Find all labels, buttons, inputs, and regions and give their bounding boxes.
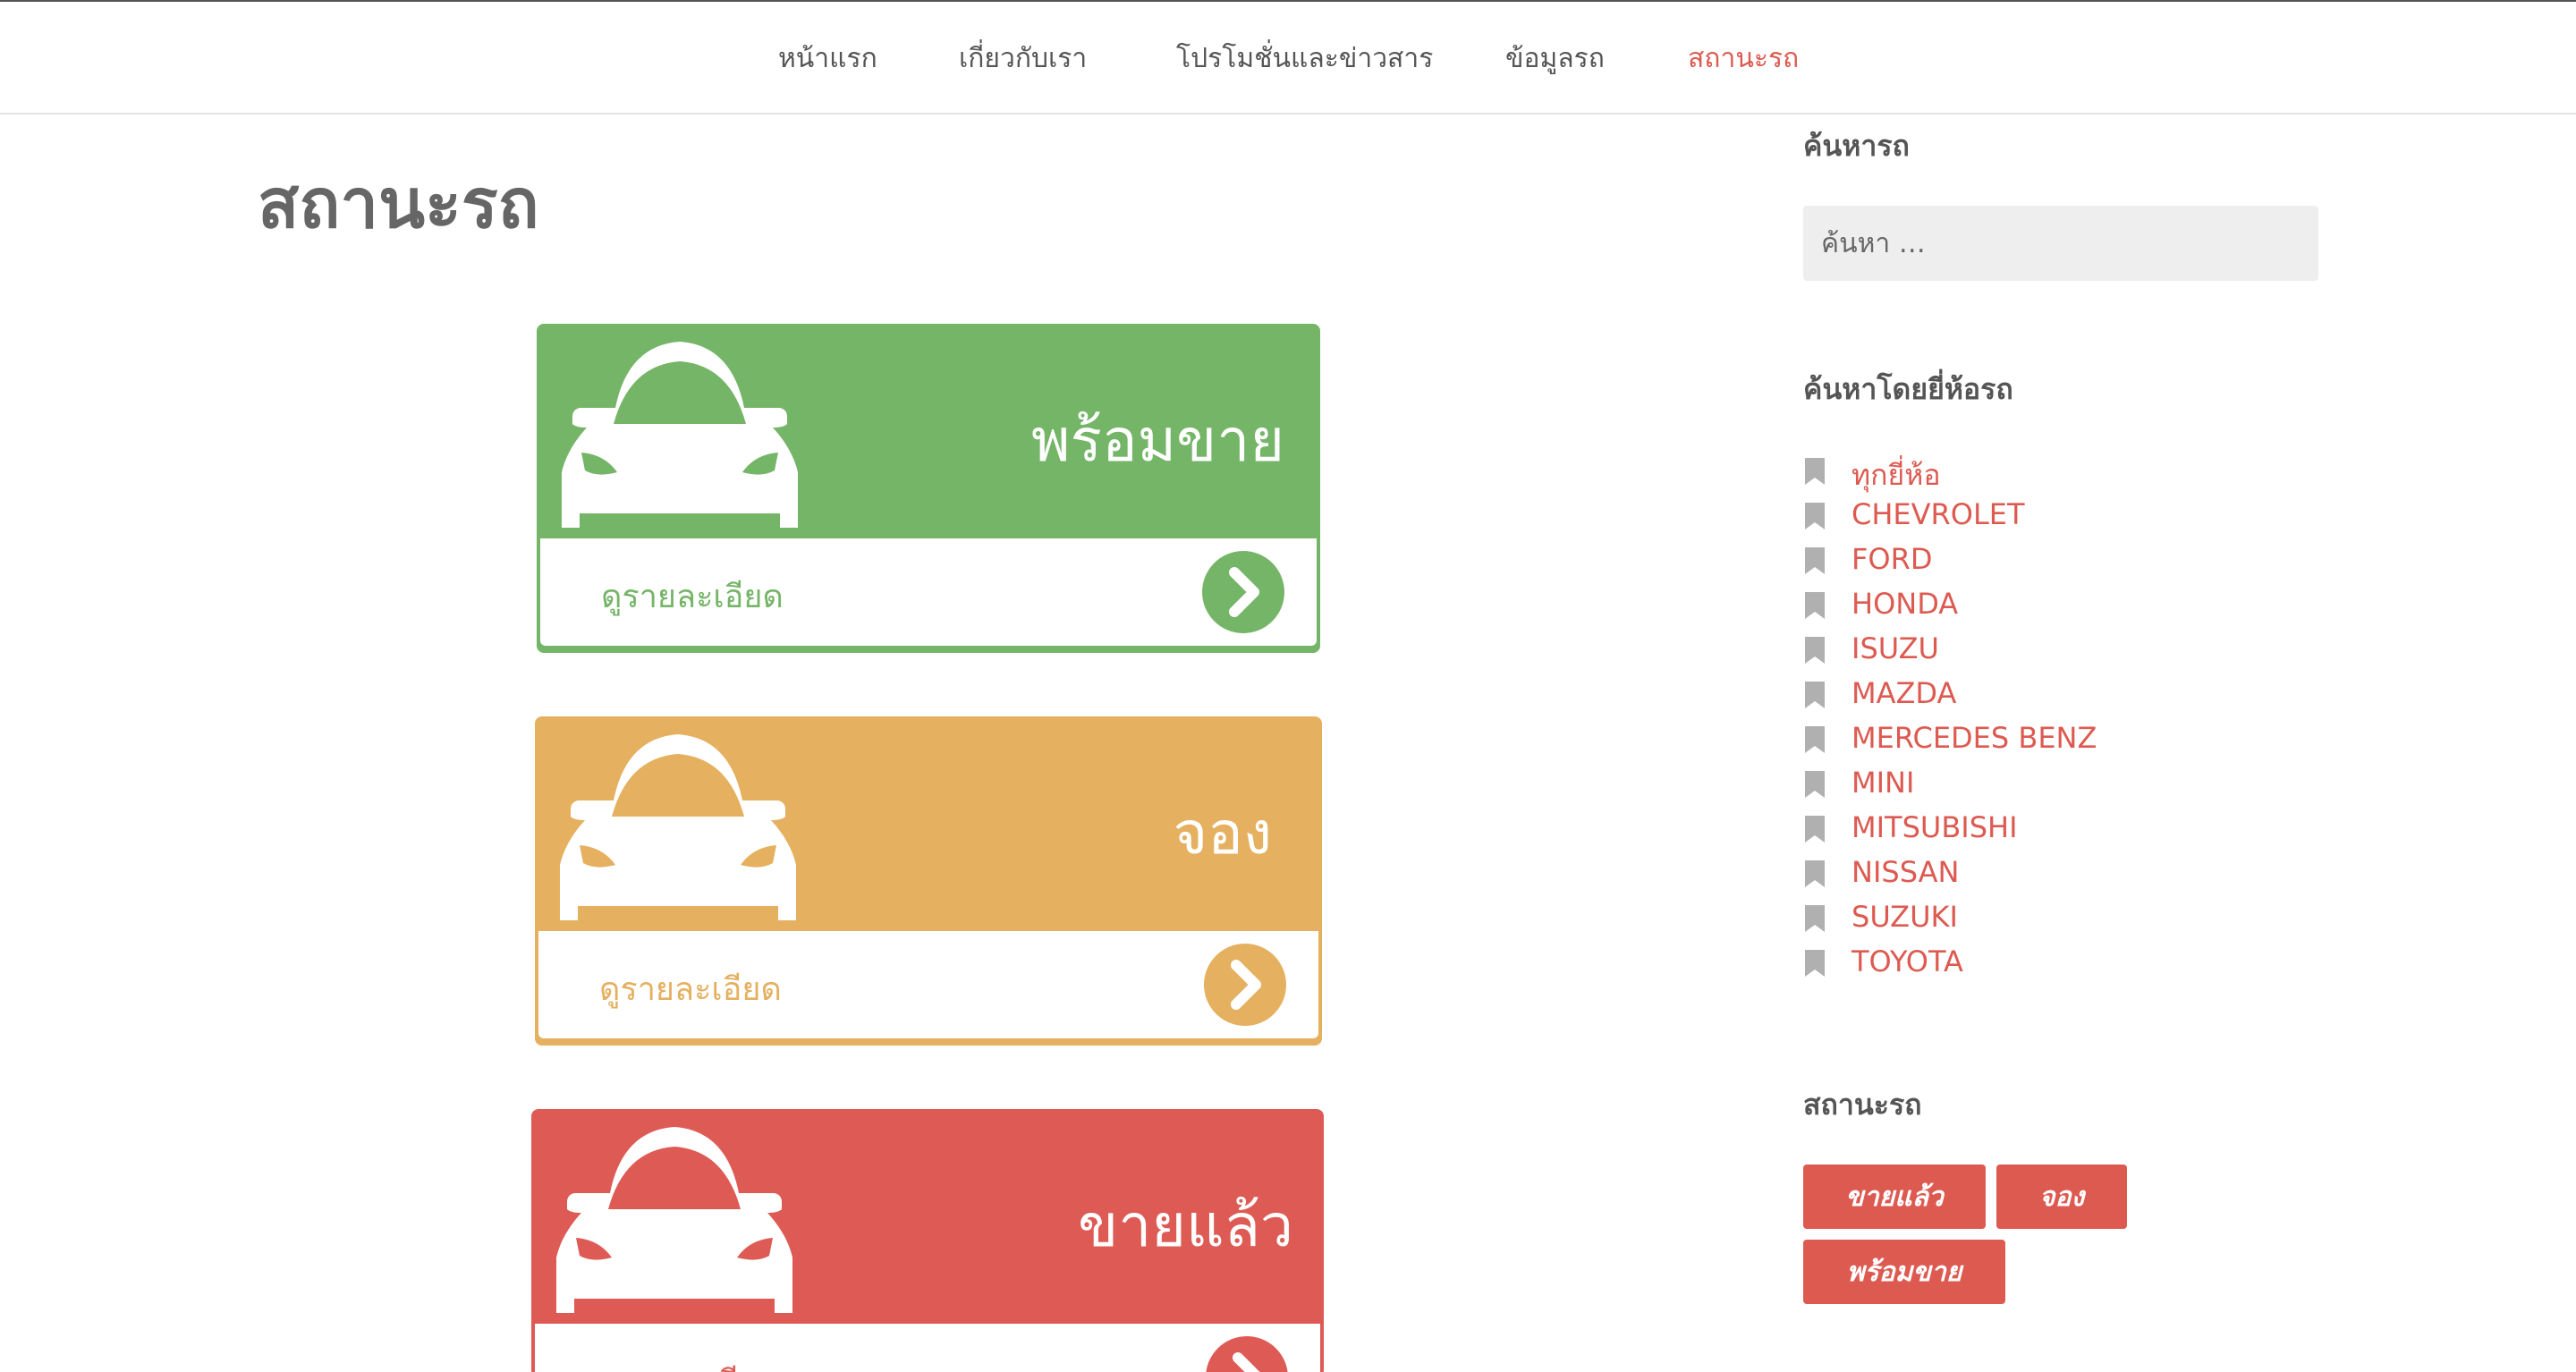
car-icon <box>560 734 796 920</box>
status-label: ขายแล้ว <box>1078 1191 1293 1260</box>
arrow-right-icon[interactable] <box>1204 944 1286 1026</box>
nav-item-car-info[interactable]: ข้อมูลรถ <box>1505 38 1605 80</box>
bookmark-icon <box>1805 860 1825 887</box>
view-details-link[interactable]: ดูรายละเอียด <box>538 931 1318 1038</box>
search-widget-title: ค้นหารถ <box>1803 129 1910 163</box>
view-details-link[interactable]: ดูรายละเอียด <box>540 538 1317 646</box>
bookmark-icon <box>1805 682 1825 708</box>
status-card-header: จอง <box>535 716 1322 931</box>
car-icon <box>562 342 798 528</box>
brand-link[interactable]: SUZUKI <box>1852 900 1958 934</box>
page: หน้าแรก เกี่ยวกับเรา โปรโมชั่นและข่าวสาร… <box>0 0 2576 1372</box>
bookmark-icon <box>1805 950 1825 977</box>
brand-link[interactable]: MITSUBISHI <box>1852 810 2018 844</box>
brand-link[interactable]: MAZDA <box>1852 676 1956 710</box>
brands-widget-title: ค้นหาโดยยี่ห้อรถ <box>1803 372 2013 406</box>
bookmark-icon <box>1805 592 1825 619</box>
tag-available[interactable]: พร้อมขาย <box>1803 1240 2005 1304</box>
brand-link[interactable]: NISSAN <box>1852 855 1959 889</box>
bookmark-icon <box>1805 458 1825 485</box>
view-details-label: ดูรายละเอียด <box>601 579 784 615</box>
brand-link[interactable]: MINI <box>1852 766 1914 800</box>
bookmark-icon <box>1805 637 1825 664</box>
status-card-header: พร้อมขาย <box>537 324 1320 538</box>
brand-link[interactable]: ทุกยี่ห้อ <box>1852 453 1941 498</box>
search-input[interactable] <box>1803 206 2318 281</box>
nav-item-home[interactable]: หน้าแรก <box>778 38 877 80</box>
status-card-sold: ขายแล้ว ดูรายละเอียด <box>531 1109 1324 1372</box>
nav-item-promotions[interactable]: โปรโมชั่นและข่าวสาร <box>1176 38 1433 80</box>
status-label: จอง <box>1173 799 1272 868</box>
brand-link[interactable]: MERCEDES BENZ <box>1852 721 2097 755</box>
view-details-link[interactable]: ดูรายละเอียด <box>535 1324 1320 1372</box>
brand-link[interactable]: HONDA <box>1852 587 1958 621</box>
tag-reserved[interactable]: จอง <box>1996 1165 2127 1229</box>
arrow-right-icon[interactable] <box>1206 1336 1288 1372</box>
bookmark-icon <box>1805 547 1825 574</box>
car-icon <box>556 1127 792 1313</box>
status-card-reserved: จอง ดูรายละเอียด <box>535 716 1322 1046</box>
status-label: พร้อมขาย <box>1031 406 1284 475</box>
view-details-label: ดูรายละเอียด <box>599 971 782 1008</box>
brand-link[interactable]: FORD <box>1852 542 1932 576</box>
tag-sold[interactable]: ขายแล้ว <box>1803 1165 1986 1229</box>
brand-link[interactable]: TOYOTA <box>1852 944 1963 978</box>
bookmark-icon <box>1805 905 1825 932</box>
top-navigation: หน้าแรก เกี่ยวกับเรา โปรโมชั่นและข่าวสาร… <box>0 0 2576 114</box>
status-card-header: ขายแล้ว <box>531 1109 1324 1324</box>
page-title: สถานะรถ <box>258 164 539 243</box>
status-card-available: พร้อมขาย ดูรายละเอียด <box>537 324 1320 653</box>
status-widget-title: สถานะรถ <box>1803 1088 1922 1122</box>
view-details-label: ดูรายละเอียด <box>596 1356 778 1372</box>
nav-item-car-status[interactable]: สถานะรถ <box>1688 38 1799 80</box>
bookmark-icon <box>1805 726 1825 753</box>
brand-link[interactable]: ISUZU <box>1852 631 1939 665</box>
bookmark-icon <box>1805 503 1825 529</box>
arrow-right-icon[interactable] <box>1202 551 1284 633</box>
brand-link[interactable]: CHEVROLET <box>1852 497 2025 531</box>
bookmark-icon <box>1805 771 1825 798</box>
nav-item-about[interactable]: เกี่ยวกับเรา <box>959 38 1087 80</box>
bookmark-icon <box>1805 816 1825 843</box>
